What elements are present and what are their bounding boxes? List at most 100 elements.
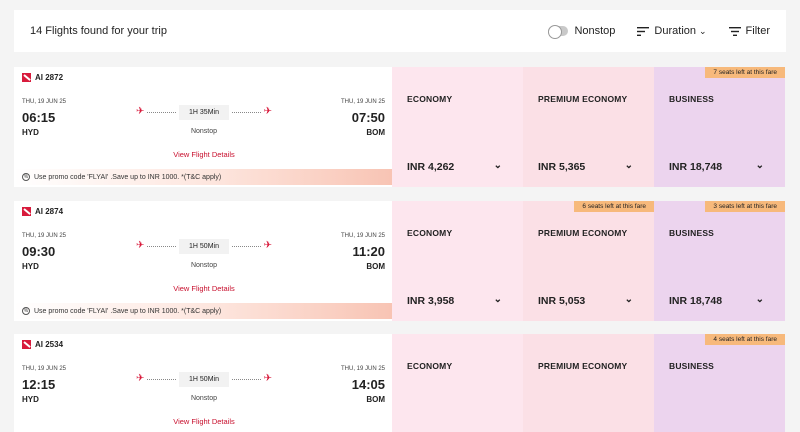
- nonstop-toggle[interactable]: Nonstop: [548, 25, 616, 39]
- sort-duration-button[interactable]: Duration ⌄: [637, 25, 707, 37]
- arrival: THU, 19 JUN 25 11:20 BOM: [341, 233, 385, 271]
- fare-name: BUSINESS: [669, 94, 715, 104]
- flight-number: AI 2874: [22, 207, 63, 216]
- flight-info: AI 2872 THU, 19 JUN 25 06:15 HYD ✈ 1H 35…: [14, 67, 392, 187]
- fare-premium-economy[interactable]: PREMIUM ECONOMY: [523, 334, 654, 432]
- stops-label: Nonstop: [190, 395, 218, 402]
- seats-left-badge: 3 seats left at this fare: [705, 201, 785, 212]
- fare-business[interactable]: 7 seats left at this fare BUSINESS INR 1…: [654, 67, 785, 187]
- stops-label: Nonstop: [190, 128, 218, 135]
- departure-city: HYD: [22, 395, 39, 404]
- chevron-down-icon[interactable]: ⌄: [494, 294, 502, 305]
- departure-date: THU, 19 JUN 25: [22, 99, 67, 105]
- filter-icon: [728, 26, 741, 36]
- view-flight-details-link[interactable]: View Flight Details: [136, 417, 272, 426]
- filter-label: Filter: [745, 25, 770, 37]
- route-line: ✈ 1H 50Min ✈: [136, 237, 272, 255]
- seats-left-badge: 7 seats left at this fare: [705, 67, 785, 78]
- flight-card: AI 2874 THU, 19 JUN 25 09:30 HYD ✈ 1H 50…: [14, 201, 786, 321]
- fare-price: INR 18,748: [669, 161, 723, 173]
- seats-left-badge: 4 seats left at this fare: [705, 334, 785, 345]
- takeoff-icon: ✈: [136, 240, 145, 251]
- view-flight-details-link[interactable]: View Flight Details: [136, 284, 272, 293]
- departure-city: HYD: [22, 128, 39, 137]
- landing-icon: ✈: [263, 240, 272, 251]
- chevron-down-icon[interactable]: ⌄: [625, 294, 633, 305]
- arrival-time: 11:20: [352, 244, 385, 259]
- fare-price: INR 3,958: [407, 295, 455, 307]
- promo-text: Use promo code 'FLYAI' .Save up to INR 1…: [34, 173, 222, 181]
- filter-button[interactable]: Filter: [728, 25, 770, 37]
- fare-economy[interactable]: ECONOMY INR 3,958 ⌄: [392, 201, 523, 321]
- takeoff-icon: ✈: [136, 373, 145, 384]
- promo-tag-icon: %: [22, 173, 30, 181]
- departure-date: THU, 19 JUN 25: [22, 233, 67, 239]
- promo-banner: % Use promo code 'FLYAI' .Save up to INR …: [14, 169, 392, 185]
- fare-name: PREMIUM ECONOMY: [538, 228, 628, 238]
- fare-name: ECONOMY: [407, 94, 453, 104]
- promo-tag-icon: %: [22, 307, 30, 315]
- fare-price: INR 5,053: [538, 295, 586, 307]
- arrival-time: 14:05: [351, 377, 385, 392]
- flight-info: AI 2874 THU, 19 JUN 25 09:30 HYD ✈ 1H 50…: [14, 201, 392, 321]
- chevron-down-icon[interactable]: ⌄: [756, 294, 764, 305]
- toggle-icon[interactable]: [548, 25, 569, 39]
- departure-date: THU, 19 JUN 25: [22, 366, 67, 372]
- fare-price: INR 4,262: [407, 161, 455, 173]
- air-india-logo-icon: [22, 340, 31, 349]
- departure-time: 06:15: [22, 110, 56, 125]
- view-flight-details-link[interactable]: View Flight Details: [136, 150, 272, 159]
- fare-premium-economy[interactable]: PREMIUM ECONOMY INR 5,365 ⌄: [523, 67, 654, 187]
- route-line: ✈ 1H 50Min ✈: [136, 370, 272, 388]
- promo-text: Use promo code 'FLYAI' .Save up to INR 1…: [34, 307, 222, 315]
- nonstop-label: Nonstop: [574, 25, 616, 37]
- departure: THU, 19 JUN 25 09:30 HYD: [22, 233, 66, 271]
- fare-name: BUSINESS: [669, 361, 715, 371]
- sort-duration-label: Duration: [654, 25, 696, 37]
- stops-label: Nonstop: [190, 262, 218, 269]
- route-line: ✈ 1H 35Min ✈: [136, 103, 272, 121]
- chevron-down-icon[interactable]: ⌄: [625, 160, 633, 171]
- departure-time: 09:30: [22, 244, 56, 259]
- flight-card: AI 2872 THU, 19 JUN 25 06:15 HYD ✈ 1H 35…: [14, 67, 786, 187]
- arrival-date: THU, 19 JUN 25: [340, 99, 385, 105]
- arrival-date: THU, 19 JUN 25: [340, 233, 385, 239]
- departure-city: HYD: [22, 262, 39, 271]
- arrival: THU, 19 JUN 25 14:05 BOM: [341, 366, 385, 404]
- fare-price: INR 5,365: [538, 161, 586, 173]
- fare-business[interactable]: 3 seats left at this fare BUSINESS INR 1…: [654, 201, 785, 321]
- results-count: 14 Flights found for your trip: [30, 25, 167, 37]
- promo-banner: % Use promo code 'FLYAI' .Save up to INR …: [14, 303, 392, 319]
- departure: THU, 19 JUN 25 12:15 HYD: [22, 366, 66, 404]
- flight-number: AI 2534: [22, 340, 63, 349]
- fare-name: BUSINESS: [669, 228, 715, 238]
- air-india-logo-icon: [22, 207, 31, 216]
- arrival-city: BOM: [366, 262, 385, 271]
- fare-name: PREMIUM ECONOMY: [538, 94, 628, 104]
- flight-number: AI 2872: [22, 73, 63, 82]
- departure-time: 12:15: [22, 377, 56, 392]
- flight-card: AI 2534 THU, 19 JUN 25 12:15 HYD ✈ 1H 50…: [14, 334, 786, 432]
- chevron-down-icon: ⌄: [699, 25, 707, 36]
- arrival-city: BOM: [366, 128, 385, 137]
- fare-name: ECONOMY: [407, 228, 453, 238]
- chevron-down-icon[interactable]: ⌄: [494, 160, 502, 171]
- flight-duration: 1H 50Min: [179, 238, 229, 254]
- fare-premium-economy[interactable]: 6 seats left at this fare PREMIUM ECONOM…: [523, 201, 654, 321]
- arrival: THU, 19 JUN 25 07:50 BOM: [341, 99, 385, 137]
- sort-icon: [637, 26, 650, 36]
- fare-business[interactable]: 4 seats left at this fare BUSINESS: [654, 334, 785, 432]
- air-india-logo-icon: [22, 73, 31, 82]
- arrival-date: THU, 19 JUN 25: [340, 366, 385, 372]
- chevron-down-icon[interactable]: ⌄: [756, 160, 764, 171]
- fare-name: ECONOMY: [407, 361, 453, 371]
- departure: THU, 19 JUN 25 06:15 HYD: [22, 99, 66, 137]
- landing-icon: ✈: [263, 373, 272, 384]
- arrival-time: 07:50: [351, 110, 385, 125]
- arrival-city: BOM: [366, 395, 385, 404]
- fare-economy[interactable]: ECONOMY: [392, 334, 523, 432]
- results-header: 14 Flights found for your trip Nonstop D…: [14, 10, 786, 52]
- fare-economy[interactable]: ECONOMY INR 4,262 ⌄: [392, 67, 523, 187]
- flight-duration: 1H 50Min: [179, 371, 229, 387]
- landing-icon: ✈: [263, 106, 272, 117]
